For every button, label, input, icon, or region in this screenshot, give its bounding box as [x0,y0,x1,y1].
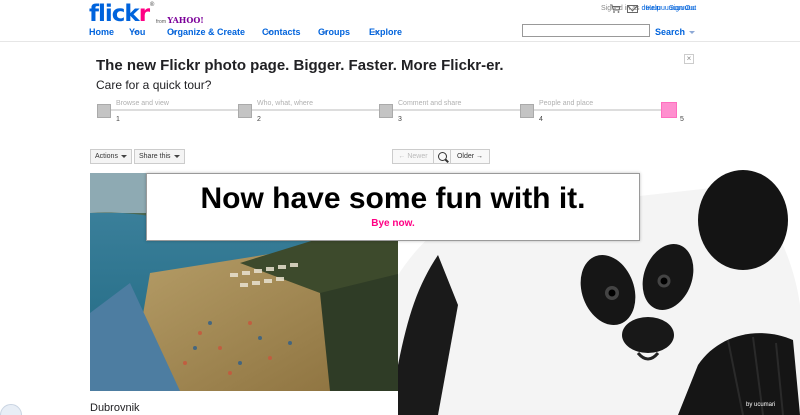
nav-contacts-label: Contacts [262,27,301,37]
tour-finish-dialog: Now have some fun with it. Bye now. [146,173,640,241]
chevron-down-icon [689,31,696,35]
nav-groups-label: Groups [318,27,351,37]
from-text: from [156,19,166,25]
tour-step-2-number: 2 [257,116,261,123]
tour-step-1-number: 1 [116,116,120,123]
photo-credit: by ucumari [746,402,776,408]
yahoo-logo: YAHOO! [167,15,204,25]
search-button[interactable]: Search [655,27,696,37]
tour-step-2-label: Who, what, where [257,100,314,107]
close-icon[interactable]: × [684,54,694,64]
nav-you[interactable]: You [129,27,145,37]
nav-explore-label: Explore [369,27,403,37]
photo-pager: ← Newer Older → [392,149,490,164]
newer-button[interactable]: ← Newer [393,150,433,163]
bye-now-link[interactable]: Bye now. [147,218,639,229]
actions-label: Actions [95,153,118,160]
search-button-label: Search [655,27,686,37]
chevron-down-icon [120,154,127,158]
tour-step-5-number: 5 [680,116,684,123]
tour-step-2[interactable] [238,104,252,118]
sign-out-link[interactable]: Sign Out [669,5,696,12]
magnifier-icon [438,152,447,161]
feedback-icon[interactable] [0,404,22,415]
flickr-logo[interactable]: flickr® [89,1,155,27]
tour-step-1[interactable] [97,104,111,118]
nav-contacts[interactable]: Contacts [262,27,301,37]
tour-step-3[interactable] [379,104,393,118]
tour-subtitle: Care for a quick tour? [96,78,212,92]
older-button[interactable]: Older → [451,150,489,163]
logo-r: r [138,1,150,27]
actions-button[interactable]: Actions [90,149,132,164]
chevron-down-icon [173,154,180,158]
help-link[interactable]: Help [646,5,660,12]
nav-organize-label: Organize & Create [167,27,246,37]
nav-explore[interactable]: Explore [369,27,402,37]
share-this-button[interactable]: Share this [134,149,185,164]
tour-title: The new Flickr photo page. Bigger. Faste… [96,57,504,74]
logo-text: flick [89,1,140,27]
nav-organize-create[interactable]: Organize & Create [167,27,245,37]
nav-groups[interactable]: Groups [318,27,350,37]
zoom-button[interactable] [433,150,451,163]
search-input[interactable] [522,24,650,37]
nav-you-label: You [129,27,146,37]
tour-step-4-label: People and place [539,100,594,107]
logo-registered: ® [149,1,156,8]
tour-step-4-number: 4 [539,116,543,123]
photo-title: Dubrovnik [90,402,140,414]
cart-icon[interactable] [610,4,621,13]
nav-home-label: Home [89,27,115,37]
tour-step-3-number: 3 [398,116,402,123]
tour-step-4[interactable] [520,104,534,118]
tour-step-1-label: Browse and view [116,100,169,107]
tour-step-3-label: Comment and share [398,100,462,107]
tour-step-5[interactable] [661,102,677,118]
dialog-title: Now have some fun with it. [200,182,586,215]
mail-icon[interactable] [627,5,638,13]
from-yahoo-label: from YAHOO! [156,15,204,25]
share-label: Share this [139,153,171,160]
